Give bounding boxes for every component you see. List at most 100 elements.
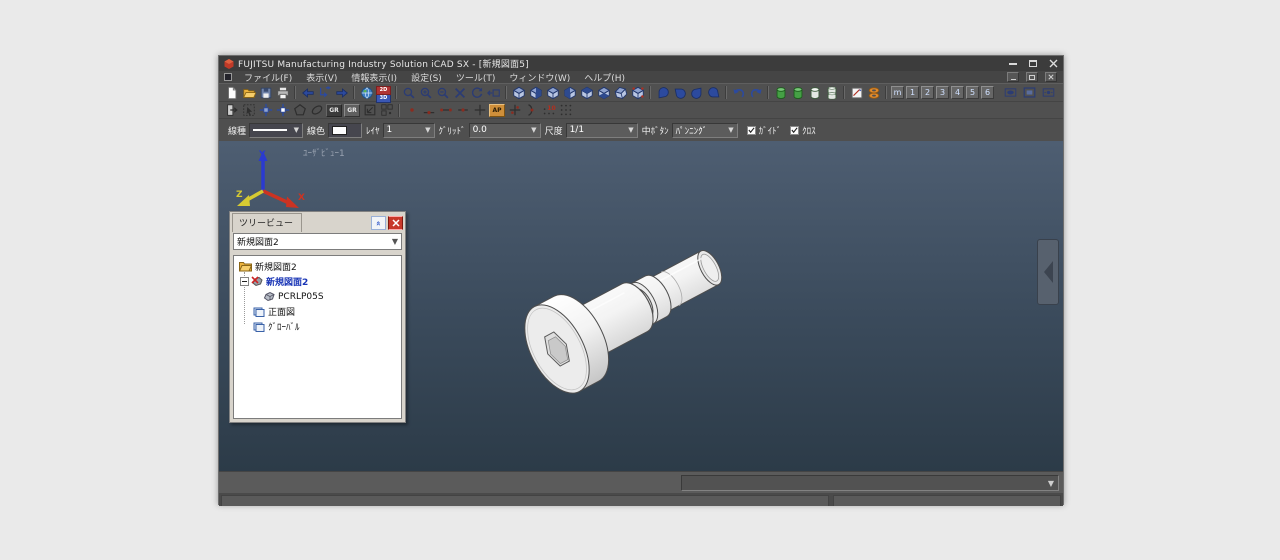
zoom-out-icon[interactable] bbox=[434, 85, 451, 101]
snap-midpoint-icon[interactable] bbox=[454, 102, 471, 118]
save-icon[interactable] bbox=[257, 85, 274, 101]
torus-stack-icon[interactable] bbox=[865, 85, 882, 101]
group-dark-button[interactable]: GR bbox=[326, 104, 342, 117]
snap-on-element-icon[interactable] bbox=[420, 102, 437, 118]
menu-window[interactable]: ウィンドウ(W) bbox=[502, 71, 577, 84]
view-cube-icon-7[interactable] bbox=[612, 85, 629, 101]
solid-outline-icon-1[interactable] bbox=[806, 85, 823, 101]
solid-green-icon-1[interactable] bbox=[772, 85, 789, 101]
print-icon[interactable] bbox=[274, 85, 291, 101]
mdi-minimize-icon[interactable] bbox=[1007, 72, 1019, 82]
memory-button-m[interactable]: m bbox=[891, 86, 904, 99]
menu-settings[interactable]: 設定(S) bbox=[404, 71, 449, 84]
menu-view[interactable]: 表示(V) bbox=[299, 71, 344, 84]
view-cube-icon-3[interactable] bbox=[544, 85, 561, 101]
menu-info[interactable]: 情報表示(I) bbox=[344, 71, 404, 84]
tree-item-drawing[interactable]: 新規図面2 bbox=[234, 274, 401, 289]
memory-button-6[interactable]: 6 bbox=[981, 86, 994, 99]
tree-item-front-view[interactable]: 正面図 bbox=[234, 304, 401, 319]
view-direction-icon-3[interactable] bbox=[688, 85, 705, 101]
child-window-icon[interactable] bbox=[224, 73, 232, 81]
close-icon[interactable] bbox=[1049, 59, 1058, 68]
linetype-select[interactable]: ▼ bbox=[249, 123, 303, 138]
forward-arrow-icon[interactable] bbox=[333, 85, 350, 101]
branch-arrows-icon[interactable] bbox=[316, 85, 333, 101]
solid-green-icon-2[interactable] bbox=[789, 85, 806, 101]
select-cursor-icon[interactable] bbox=[240, 102, 257, 118]
guide-checkbox[interactable]: ｶﾞｲﾄﾞ bbox=[747, 124, 782, 137]
menu-help[interactable]: ヘルプ(H) bbox=[577, 71, 632, 84]
mdi-restore-icon[interactable] bbox=[1026, 72, 1038, 82]
multi-box-icon[interactable] bbox=[378, 102, 395, 118]
snap-free-point-icon[interactable] bbox=[403, 102, 420, 118]
view-cube-icon-1[interactable] bbox=[510, 85, 527, 101]
memory-button-4[interactable]: 4 bbox=[951, 86, 964, 99]
panel-close-icon[interactable] bbox=[388, 216, 403, 230]
snap-arc-icon[interactable] bbox=[523, 102, 540, 118]
tree-item-part[interactable]: PCRLP05S bbox=[234, 289, 401, 304]
menu-tools[interactable]: ツール(T) bbox=[449, 71, 503, 84]
snap-ap-button[interactable]: AP bbox=[489, 104, 505, 117]
view-direction-icon-2[interactable] bbox=[671, 85, 688, 101]
tree-item-root[interactable]: 新規図面2 bbox=[234, 259, 401, 274]
group-button[interactable]: GR bbox=[344, 104, 360, 117]
view-cube-icon-8[interactable] bbox=[629, 85, 646, 101]
attach-icon[interactable] bbox=[308, 102, 325, 118]
tree-item-global[interactable]: ｸﾞﾛｰﾊﾞﾙ bbox=[234, 319, 401, 334]
exit-command-icon[interactable] bbox=[223, 102, 240, 118]
snap-center-icon[interactable] bbox=[471, 102, 488, 118]
undo-icon[interactable] bbox=[730, 85, 747, 101]
view-window-icon[interactable] bbox=[1021, 85, 1038, 101]
memory-button-5[interactable]: 5 bbox=[966, 86, 979, 99]
zoom-extent-icon[interactable] bbox=[451, 85, 468, 101]
memory-button-1[interactable]: 1 bbox=[906, 86, 919, 99]
collapse-expander-icon[interactable] bbox=[240, 277, 249, 286]
snap-intersection-icon[interactable] bbox=[506, 102, 523, 118]
maximize-icon[interactable] bbox=[1029, 60, 1037, 67]
command-combobox[interactable]: ▼ bbox=[681, 475, 1059, 491]
memory-button-3[interactable]: 3 bbox=[936, 86, 949, 99]
cross-checkbox[interactable]: ｸﾛｽ bbox=[790, 124, 816, 137]
drawing-selector[interactable]: 新規図面2 ▼ bbox=[233, 233, 402, 250]
middle-button-select[interactable]: ﾊﾟﾝﾆﾝｸﾞ▼ bbox=[672, 123, 738, 138]
view-center-icon[interactable] bbox=[1040, 85, 1057, 101]
view-pan-icon[interactable] bbox=[1002, 85, 1019, 101]
snap-grid-icon[interactable] bbox=[557, 102, 574, 118]
view-cube-icon-4[interactable] bbox=[561, 85, 578, 101]
new-file-icon[interactable] bbox=[223, 85, 240, 101]
box-arrow-icon[interactable] bbox=[361, 102, 378, 118]
back-arrow-icon[interactable] bbox=[299, 85, 316, 101]
panel-expand-tab[interactable] bbox=[1037, 239, 1059, 305]
snap-grid-pitch-icon[interactable]: 10 bbox=[540, 102, 557, 118]
drawing-viewport[interactable]: Y X Z ﾕｰｻﾞﾋﾞｭｰ1 bbox=[219, 141, 1063, 471]
snap-endpoint-icon[interactable] bbox=[437, 102, 454, 118]
view-direction-icon-1[interactable] bbox=[654, 85, 671, 101]
open-file-icon[interactable] bbox=[240, 85, 257, 101]
zoom-icon[interactable] bbox=[400, 85, 417, 101]
globe-icon[interactable] bbox=[358, 85, 375, 101]
polygon-icon[interactable] bbox=[291, 102, 308, 118]
solid-outline-icon-2[interactable] bbox=[823, 85, 840, 101]
view-direction-icon-4[interactable] bbox=[705, 85, 722, 101]
memory-button-2[interactable]: 2 bbox=[921, 86, 934, 99]
mode-2d3d-icon[interactable]: 2D3D bbox=[375, 85, 392, 101]
view-cube-icon-6[interactable] bbox=[595, 85, 612, 101]
redo-icon[interactable] bbox=[747, 85, 764, 101]
zoom-in-icon[interactable] bbox=[417, 85, 434, 101]
move-part-icon[interactable] bbox=[257, 102, 274, 118]
grid-select[interactable]: 0.0▼ bbox=[469, 123, 541, 138]
redraw-icon[interactable] bbox=[468, 85, 485, 101]
layer-select[interactable]: 1▼ bbox=[383, 123, 435, 138]
scale-select[interactable]: 1/1▼ bbox=[566, 123, 638, 138]
minimize-icon[interactable] bbox=[1009, 63, 1017, 65]
view-cube-icon-2[interactable] bbox=[527, 85, 544, 101]
copy-part-icon[interactable] bbox=[274, 102, 291, 118]
chevron-down-icon: ▼ bbox=[421, 126, 430, 134]
menu-file[interactable]: ファイル(F) bbox=[237, 71, 299, 84]
panel-collapse-icon[interactable]: « bbox=[371, 216, 386, 230]
zoom-previous-icon[interactable] bbox=[485, 85, 502, 101]
drafting-sheet-icon[interactable] bbox=[848, 85, 865, 101]
mdi-close-icon[interactable] bbox=[1045, 72, 1057, 82]
linecolor-select[interactable] bbox=[328, 123, 362, 138]
view-cube-icon-5[interactable] bbox=[578, 85, 595, 101]
